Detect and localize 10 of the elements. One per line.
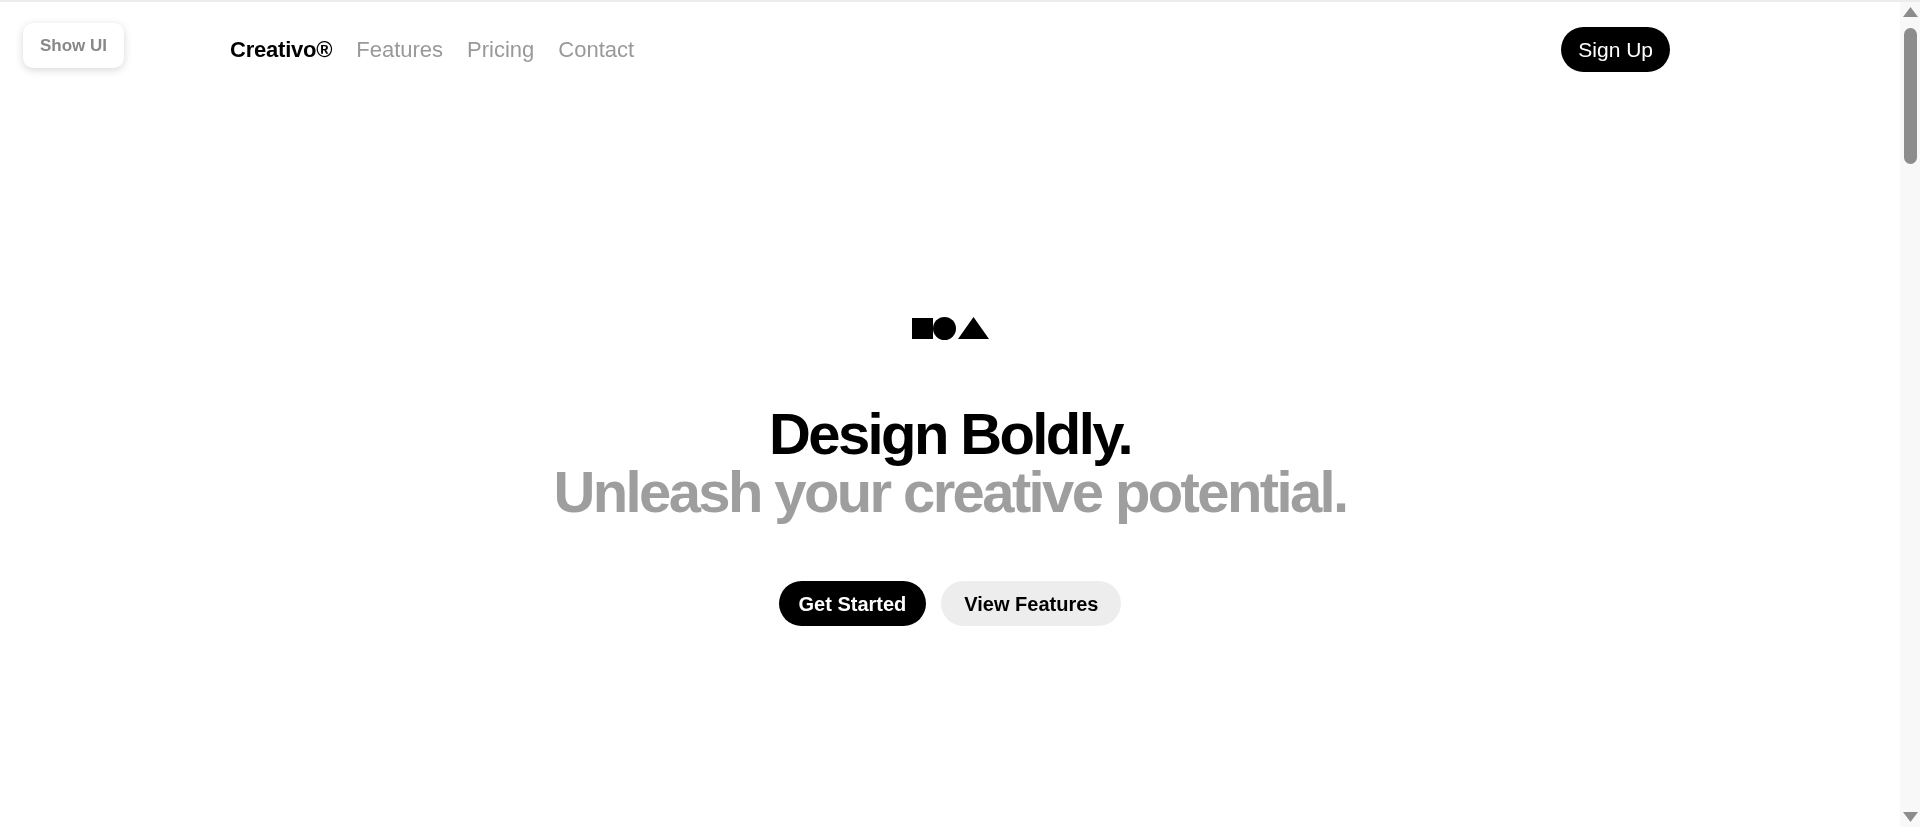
show-ui-button[interactable]: Show UI bbox=[23, 23, 124, 68]
scrollbar-thumb[interactable] bbox=[1903, 28, 1917, 164]
secondary-button[interactable]: View Features bbox=[941, 581, 1122, 626]
scrollbar[interactable] bbox=[1900, 2, 1920, 827]
scroll-down-icon[interactable] bbox=[1902, 812, 1918, 822]
shapes-logo-icon bbox=[911, 316, 989, 340]
primary-button[interactable]: Get Started bbox=[778, 581, 927, 626]
scroll-up-icon[interactable] bbox=[1902, 7, 1918, 17]
brand-name[interactable]: Creativo® bbox=[230, 32, 333, 66]
sign-up-button[interactable]: Sign Up bbox=[1561, 26, 1670, 72]
